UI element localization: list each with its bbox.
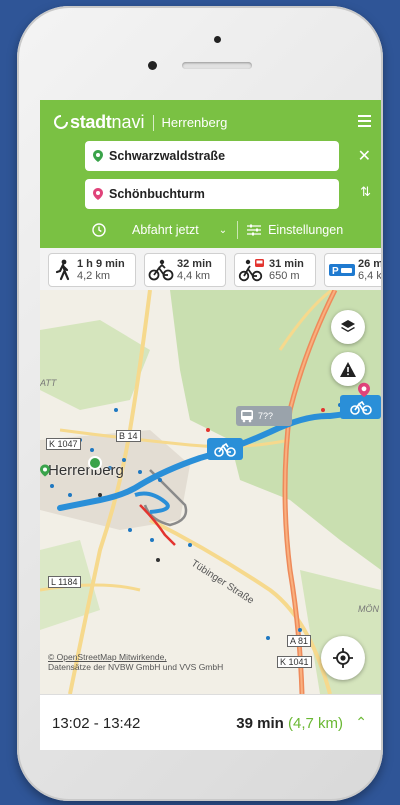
mode-walk-time: 1 h 9 min (77, 258, 125, 270)
bike-station-marker[interactable] (88, 456, 102, 470)
map-attribution: © OpenStreetMap Mitwirkende, Datensätze … (48, 652, 223, 672)
bike-icon (349, 400, 372, 415)
mode-walk-distance: 4,2 km (77, 270, 111, 282)
city-name: Herrenberg (161, 115, 228, 130)
brand-separator (152, 114, 154, 131)
origin-pin-icon (93, 150, 103, 162)
brand-name-light: navi (111, 112, 145, 132)
settings-button[interactable]: Einstellungen (268, 223, 343, 237)
route-options-bar: Abfahrt jetzt ⌄ Einstellungen (40, 216, 381, 244)
svg-text:P: P (332, 266, 339, 277)
mode-walk[interactable]: 1 h 9 min 4,2 km (48, 253, 136, 287)
mode-park-time: 26 m (358, 258, 381, 270)
time-range: 13:02 - 13:42 (52, 715, 141, 732)
origin-field[interactable]: Schwarzwaldstraße (85, 141, 339, 171)
road-label-k1047: K 1047 (46, 438, 81, 450)
mode-bike-distance: 4,4 km (177, 270, 211, 282)
bike-icon (148, 259, 174, 281)
destination-pin-icon (93, 188, 103, 200)
options-divider (237, 221, 239, 239)
park-and-ride-icon: P (329, 264, 355, 277)
origin-marker-icon (40, 464, 50, 477)
origin-value: Schwarzwaldstraße (109, 149, 226, 163)
crosshair-icon (333, 648, 353, 668)
road-label-l1184: L 1184 (48, 576, 81, 588)
destination-field[interactable]: Schönbuchturm (85, 179, 339, 209)
clear-origin-button[interactable]: ✕ (358, 146, 371, 166)
duration-summary: 39 min (4,7 km) (236, 715, 343, 732)
town-label-herrenberg: Herrenberg (48, 462, 124, 479)
hamburger-menu-icon[interactable] (358, 115, 371, 130)
alerts-button[interactable] (331, 352, 365, 386)
bus-icon (241, 410, 253, 423)
bus-line-label: 7?? (258, 411, 274, 421)
camera (214, 36, 221, 43)
walk-icon (55, 259, 70, 281)
mode-park-distance: 6,4 k (358, 270, 381, 282)
departure-select[interactable]: Abfahrt jetzt (132, 223, 199, 237)
bike-leg-marker-1[interactable] (207, 438, 243, 460)
brand-name-bold: stadt (70, 112, 112, 132)
brand-logo: stadt navi Herrenberg (54, 112, 227, 133)
road-label-a81: A 81 (287, 635, 312, 647)
app-header: stadt navi Herrenberg Schwarzwaldstraße ✕… (40, 100, 381, 248)
duration-value: 39 min (236, 715, 284, 732)
warning-icon (340, 361, 356, 377)
bike-transit-icon (238, 259, 264, 282)
transport-mode-bar: 1 h 9 min 4,2 km 32 min 4,4 km 31 min 650 m… (40, 248, 381, 291)
chevron-down-icon[interactable]: ⌄ (219, 225, 227, 236)
itinerary-summary[interactable]: 13:02 - 13:42 39 min (4,7 km) ⌃ (40, 694, 381, 750)
bike-leg-marker-2[interactable] (340, 395, 381, 419)
swap-route-button[interactable]: ⇅ (360, 184, 371, 200)
mode-bike-transit[interactable]: 31 min 650 m (234, 253, 316, 287)
destination-value: Schönbuchturm (109, 187, 205, 201)
chevron-up-icon[interactable]: ⌃ (355, 714, 367, 731)
mode-park-and-ride[interactable]: P 26 m 6,4 k (324, 253, 381, 287)
mode-bike-transit-distance: 650 m (269, 270, 300, 282)
bike-icon (214, 442, 236, 457)
front-camera (148, 61, 157, 70)
attribution-data: Datensätze der NVBW GmbH und VVS GmbH (48, 662, 224, 672)
road-label-k1041: K 1041 (277, 656, 312, 668)
road-label-b14: B 14 (116, 430, 141, 442)
settings-sliders-icon (247, 224, 262, 236)
map-label-moen: MÖN (358, 604, 379, 614)
attribution-osm[interactable]: © OpenStreetMap Mitwirkende, (48, 652, 223, 662)
destination-marker-icon (358, 382, 370, 398)
map-canvas (40, 290, 381, 694)
mode-bike-time: 32 min (177, 258, 212, 270)
bus-leg-marker[interactable]: 7?? (236, 406, 292, 426)
locate-me-button[interactable] (321, 636, 365, 680)
speaker-grille (182, 62, 252, 69)
route-map[interactable]: ATT K 1047 B 14 Herrenberg L 1184 Tübing… (40, 290, 381, 694)
layers-icon (341, 320, 355, 332)
clock-icon (92, 223, 106, 237)
mode-bike[interactable]: 32 min 4,4 km (144, 253, 226, 287)
map-label-att: ATT (40, 378, 57, 388)
layers-button[interactable] (331, 310, 365, 344)
logo-icon (54, 114, 68, 129)
app-screen: stadt navi Herrenberg Schwarzwaldstraße ✕… (40, 100, 381, 750)
distance-value: (4,7 km) (287, 715, 343, 732)
mode-bike-transit-time: 31 min (269, 258, 304, 270)
